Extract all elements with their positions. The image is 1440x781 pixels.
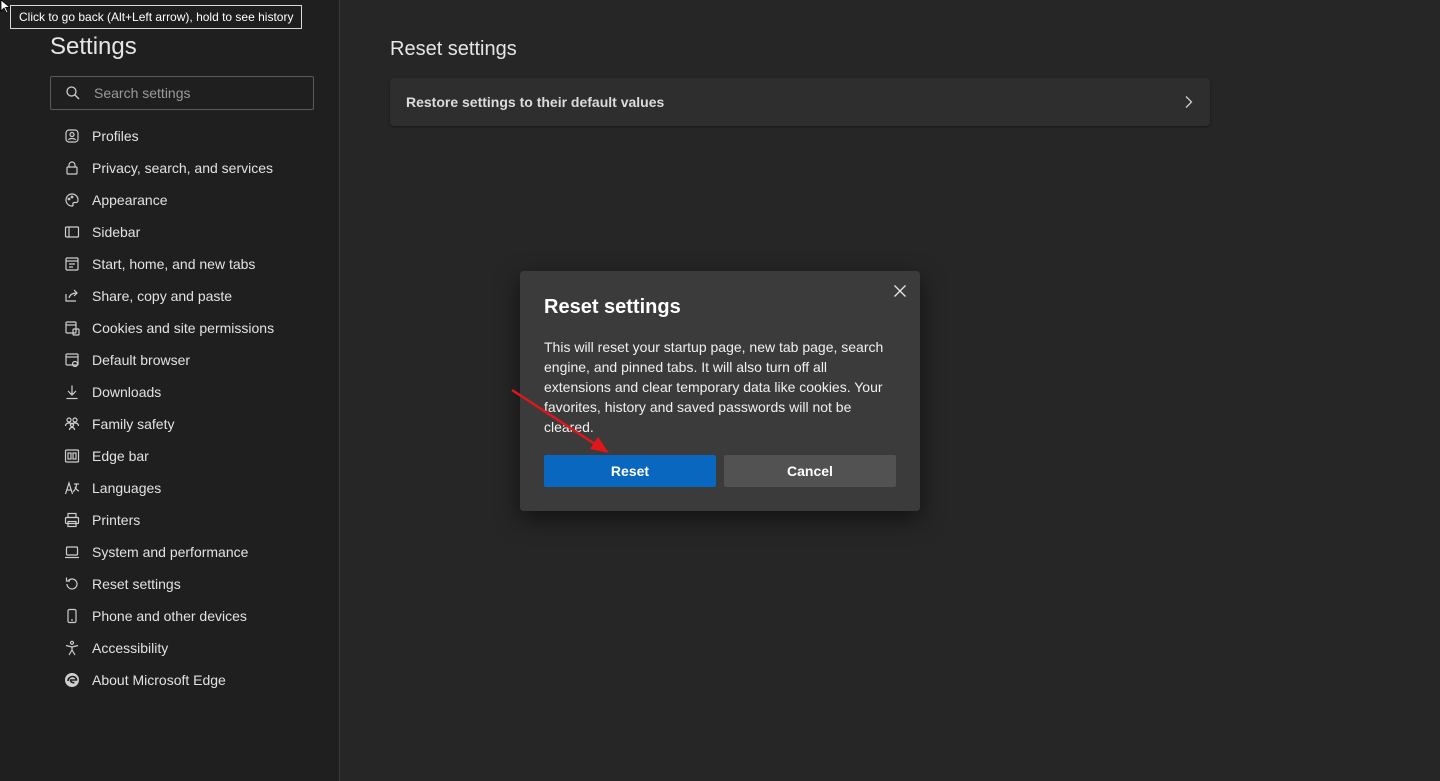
edge-bar-icon (64, 448, 80, 464)
settings-sidebar: Settings Profiles Privacy, search, and s… (0, 0, 340, 781)
sidebar-item-edge-bar[interactable]: Edge bar (50, 440, 330, 472)
sidebar-item-label: System and performance (92, 544, 249, 560)
sidebar-item-privacy[interactable]: Privacy, search, and services (50, 152, 330, 184)
sidebar-item-profiles[interactable]: Profiles (50, 120, 330, 152)
settings-title: Settings (50, 33, 137, 60)
share-icon (64, 288, 80, 304)
accessibility-icon (64, 640, 80, 656)
sidebar-item-label: Printers (92, 512, 141, 528)
sidebar-item-printers[interactable]: Printers (50, 504, 330, 536)
sidebar-item-label: Default browser (92, 352, 191, 368)
palette-icon (64, 192, 80, 208)
profile-icon (64, 128, 80, 144)
laptop-icon (64, 544, 80, 560)
settings-nav: Profiles Privacy, search, and services A… (50, 120, 330, 696)
edge-logo-icon (64, 672, 80, 688)
search-input[interactable] (94, 85, 294, 101)
sidebar-icon (64, 224, 80, 240)
cookies-icon (64, 320, 80, 336)
sidebar-item-label: Profiles (92, 128, 139, 144)
sidebar-item-label: Sidebar (92, 224, 141, 240)
sidebar-item-label: About Microsoft Edge (92, 672, 226, 688)
sidebar-item-family-safety[interactable]: Family safety (50, 408, 330, 440)
sidebar-item-about[interactable]: About Microsoft Edge (50, 664, 330, 696)
sidebar-item-phone[interactable]: Phone and other devices (50, 600, 330, 632)
dialog-title: Reset settings (544, 296, 681, 318)
reset-icon (64, 576, 80, 592)
sidebar-item-label: Cookies and site permissions (92, 320, 275, 336)
sidebar-item-reset-settings[interactable]: Reset settings (50, 568, 330, 600)
phone-icon (64, 608, 80, 624)
chevron-right-icon (1185, 96, 1193, 108)
sidebar-item-share[interactable]: Share, copy and paste (50, 280, 330, 312)
search-box[interactable] (50, 76, 314, 110)
close-button[interactable] (890, 281, 910, 301)
sidebar-item-downloads[interactable]: Downloads (50, 376, 330, 408)
sidebar-item-label: Family safety (92, 416, 175, 432)
dialog-message: This will reset your startup page, new t… (544, 339, 884, 435)
sidebar-item-languages[interactable]: Languages (50, 472, 330, 504)
sidebar-item-label: Appearance (92, 192, 168, 208)
sidebar-item-cookies[interactable]: Cookies and site permissions (50, 312, 330, 344)
sidebar-item-label: Start, home, and new tabs (92, 256, 256, 272)
sidebar-item-label: Accessibility (92, 640, 169, 656)
sidebar-item-appearance[interactable]: Appearance (50, 184, 330, 216)
back-button-tooltip: Click to go back (Alt+Left arrow), hold … (10, 5, 303, 29)
page-title: Reset settings (390, 38, 517, 60)
sidebar-item-label: Privacy, search, and services (92, 160, 274, 176)
sidebar-item-label: Downloads (92, 384, 162, 400)
sidebar-item-label: Phone and other devices (92, 608, 247, 624)
sidebar-item-default-browser[interactable]: Default browser (50, 344, 330, 376)
reset-button[interactable]: Reset (544, 455, 716, 487)
browser-icon (64, 352, 80, 368)
languages-icon (64, 480, 80, 496)
printer-icon (64, 512, 80, 528)
sidebar-item-sidebar[interactable]: Sidebar (50, 216, 330, 248)
restore-defaults-row[interactable]: Restore settings to their default values (390, 78, 1210, 126)
sidebar-item-label: Reset settings (92, 576, 181, 592)
lock-icon (64, 160, 80, 176)
search-icon (66, 86, 80, 100)
sidebar-item-label: Edge bar (92, 448, 149, 464)
close-icon (894, 285, 906, 297)
sidebar-item-system[interactable]: System and performance (50, 536, 330, 568)
sidebar-item-start-home[interactable]: Start, home, and new tabs (50, 248, 330, 280)
sidebar-item-label: Share, copy and paste (92, 288, 233, 304)
restore-defaults-label: Restore settings to their default values (406, 94, 665, 110)
cancel-button[interactable]: Cancel (724, 455, 896, 487)
download-icon (64, 384, 80, 400)
reset-settings-dialog: Reset settings This will reset your star… (520, 271, 920, 511)
sidebar-item-label: Languages (92, 480, 162, 496)
home-tabs-icon (64, 256, 80, 272)
family-icon (64, 416, 80, 432)
sidebar-item-accessibility[interactable]: Accessibility (50, 632, 330, 664)
